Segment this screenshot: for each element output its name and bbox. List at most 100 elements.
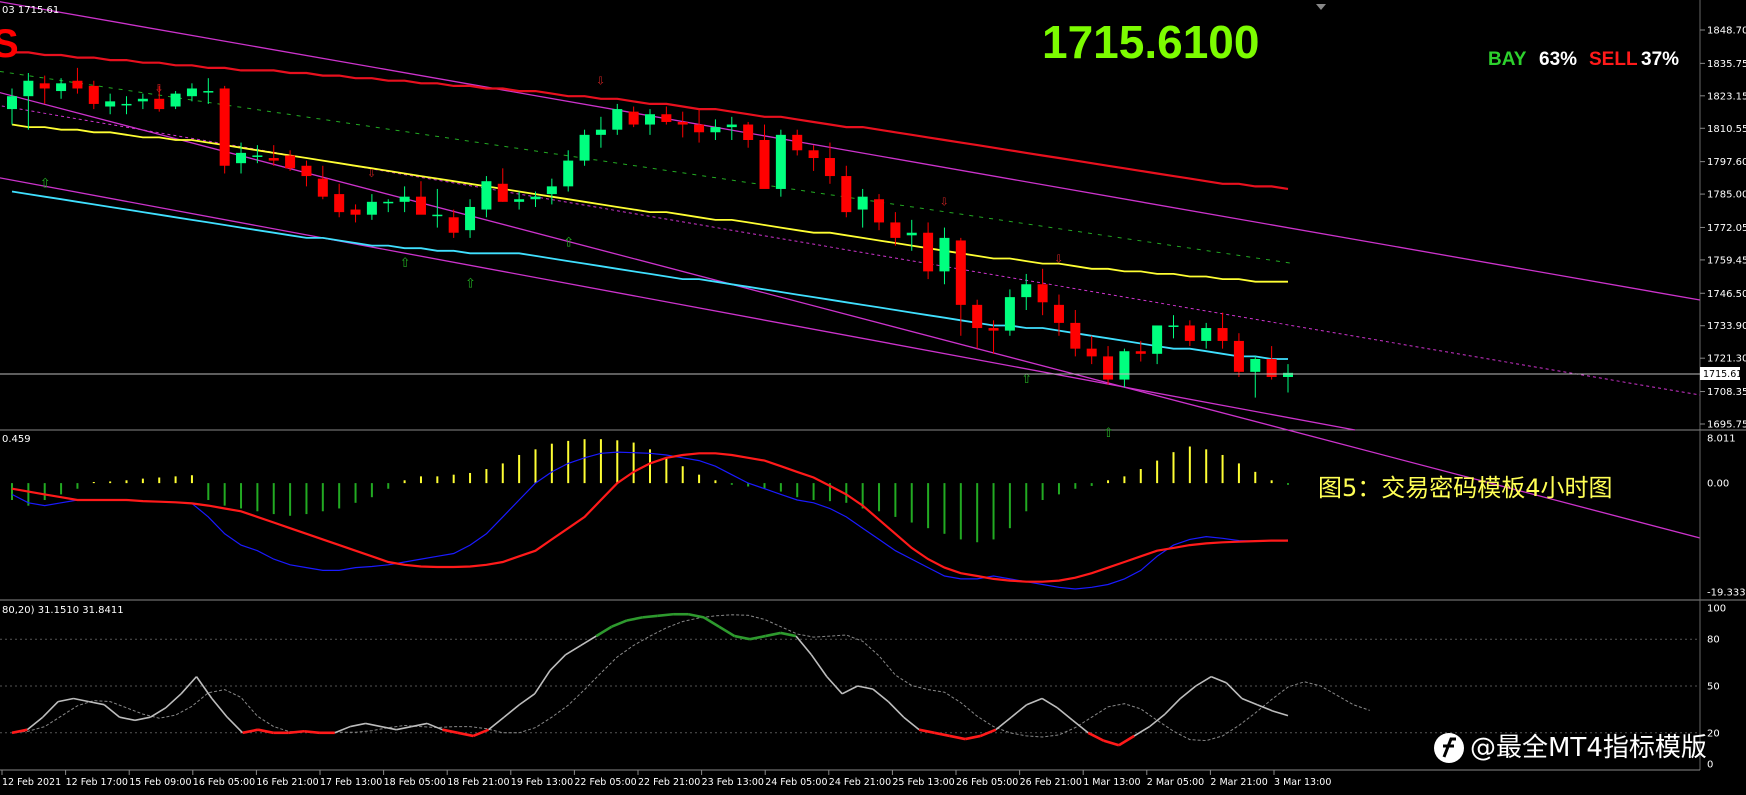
candle-body — [23, 80, 34, 97]
candle-body — [350, 209, 361, 215]
price-tick-label: 1785.00 — [1707, 190, 1746, 201]
stoch-main-segment — [949, 734, 966, 741]
big-price: 1715.6100 — [1042, 16, 1259, 68]
time-tick-label: 18 Feb 21:00 — [447, 777, 509, 788]
macd-pane[interactable]: 8.011 0.00 -19.333 0.459 图5：交易密码模板4小时图 — [0, 430, 1746, 601]
macd-y-axis: 8.011 0.00 -19.333 — [1707, 434, 1746, 599]
time-tick-label: 19 Feb 13:00 — [511, 777, 573, 788]
sell-arrow-icon: ⇩ — [367, 167, 376, 180]
price-tick-label: 1721.30 — [1707, 354, 1746, 365]
stoch-main-segment — [1149, 713, 1166, 728]
stoch-main-segment — [565, 644, 582, 656]
price-tick-label: 1759.45 — [1707, 255, 1746, 266]
candle-body — [1135, 351, 1146, 354]
watermark-text: @最全MT4指标模版 — [1470, 733, 1707, 763]
stoch-main-segment — [57, 697, 74, 703]
price-tick-label: 1695.75 — [1707, 420, 1746, 431]
candle-body — [1053, 304, 1064, 323]
candle-body — [530, 196, 541, 200]
candle-body — [645, 114, 655, 125]
stoch-main-segment — [1195, 675, 1212, 687]
sell-arrow-icon: ⇩ — [154, 82, 163, 95]
price-tick-label: 1772.05 — [1707, 223, 1746, 234]
candle-body — [448, 217, 459, 233]
price-pane[interactable]: 1848.70 1835.75 1823.15 1810.55 1797.60 1785.… — [0, 0, 1746, 539]
candle-body — [1217, 328, 1228, 341]
candle-body — [923, 232, 934, 272]
stoch-main-segment — [1118, 734, 1135, 747]
time-tick-label: 2 Mar 21:00 — [1210, 777, 1267, 788]
stoch-main-segment — [1133, 725, 1151, 737]
price-tick-label: 1823.15 — [1707, 91, 1746, 102]
sell-arrow-icon: ⇩ — [596, 75, 605, 88]
stoch-main-segment — [795, 635, 813, 656]
candle-body — [56, 83, 67, 92]
candle-body — [7, 96, 17, 110]
candle-body — [808, 150, 819, 159]
channel-midline — [0, 105, 1701, 396]
stoch-main-segment — [1210, 675, 1227, 684]
candle-body — [628, 111, 639, 125]
candle-body — [775, 134, 786, 189]
time-tick-label: 15 Feb 09:00 — [129, 777, 191, 788]
candle-body — [317, 178, 328, 197]
candle-body — [726, 124, 737, 128]
stoch-main-segment — [718, 625, 736, 638]
green-dotted-trend — [0, 70, 1291, 264]
candle-body — [857, 196, 868, 210]
info-label: 03 1715.61 — [2, 5, 59, 16]
candle-body — [154, 98, 165, 110]
stoch-label: 80,20) 31.1510 31.8411 — [2, 605, 124, 616]
candle-body — [595, 129, 606, 135]
stoch-main-segment — [980, 728, 997, 738]
trading-chart[interactable]: 1848.70 1835.75 1823.15 1810.55 1797.60 1785.… — [0, 0, 1746, 795]
stoch-main-segment — [611, 619, 628, 628]
price-tick-label: 1835.75 — [1707, 59, 1746, 70]
stoch-tick-label: 20 — [1707, 728, 1720, 739]
stochastic-pane[interactable]: 100 80 50 20 0 80,20) 31.1510 31.8411 — [0, 600, 1726, 771]
stoch-main-segment — [42, 701, 59, 718]
stoch-main-segment — [642, 614, 658, 619]
candle-body — [579, 134, 590, 161]
stoch-main-segment — [549, 654, 567, 671]
candle-body — [301, 165, 312, 177]
stoch-main-segment — [780, 631, 797, 638]
candle-body — [546, 186, 557, 195]
candle-body — [72, 80, 83, 89]
candle-body — [661, 114, 672, 122]
candle-body — [415, 196, 426, 215]
candle-body — [39, 83, 50, 89]
candle-body — [743, 124, 754, 140]
candle-body — [334, 194, 345, 213]
buy-arrow-icon: ⇧ — [400, 256, 411, 271]
time-tick-label: 17 Feb 13:00 — [320, 777, 382, 788]
candle-body — [1233, 340, 1244, 372]
time-tick-label: 24 Feb 21:00 — [829, 777, 891, 788]
stoch-main-segment — [887, 701, 905, 718]
stoch-main-segment — [595, 625, 613, 638]
candle-body — [612, 109, 623, 130]
stoch-main-segment — [134, 716, 151, 722]
candle-body — [170, 93, 181, 107]
stoch-main-segment — [534, 669, 551, 695]
macd-tick-label: -19.333 — [1707, 588, 1746, 599]
price-tick-label: 1848.70 — [1707, 26, 1746, 37]
macd-tick-label: 8.011 — [1707, 434, 1736, 445]
time-tick-label: 12 Feb 2021 — [2, 777, 61, 788]
stoch-main-segment — [350, 722, 366, 728]
price-tick-label: 1708.35 — [1707, 387, 1746, 398]
candle-body — [285, 155, 296, 169]
time-tick-label: 2 Mar 05:00 — [1147, 777, 1204, 788]
time-tick-label: 12 Feb 17:00 — [66, 777, 128, 788]
time-tick-label: 1 Mar 13:00 — [1083, 777, 1140, 788]
stoch-main-segment — [396, 725, 412, 731]
macd-label: 0.459 — [2, 434, 31, 445]
stoch-main-segment — [103, 704, 121, 718]
stoch-main-segment — [1225, 682, 1243, 700]
buy-arrow-icon: ⇧ — [465, 277, 476, 292]
stoch-main-segment — [180, 676, 198, 695]
scroll-marker-icon[interactable] — [1316, 4, 1326, 10]
stoch-main-segment — [765, 631, 781, 638]
time-tick-label: 3 Mar 13:00 — [1274, 777, 1331, 788]
stoch-main-segment — [365, 722, 382, 728]
